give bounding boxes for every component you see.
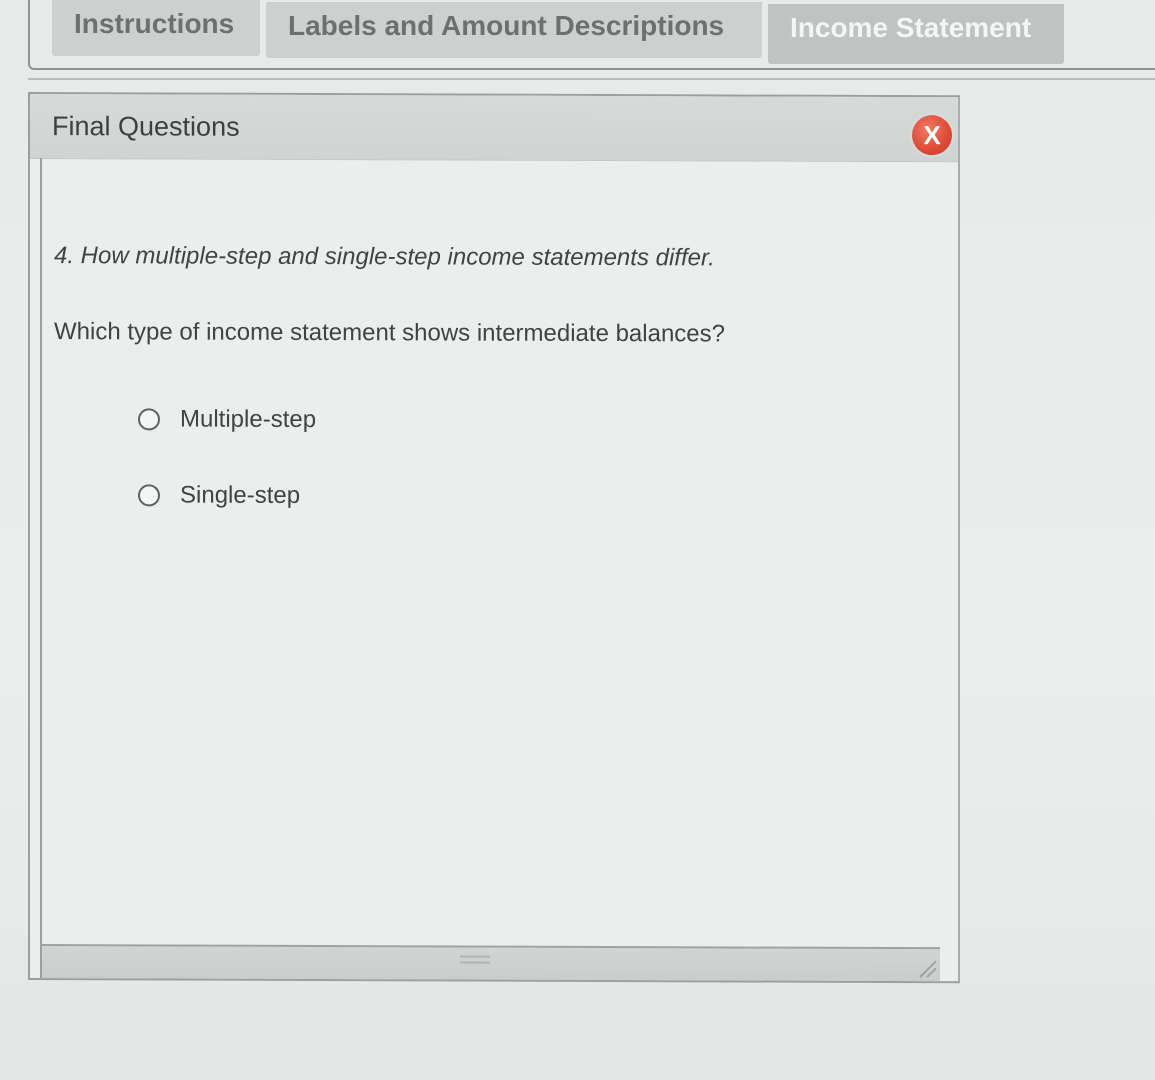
tab-income-statement[interactable]: Income Statement — [768, 4, 1064, 64]
question-heading: 4. How multiple-step and single-step inc… — [54, 242, 715, 272]
dialog-title: Final Questions — [52, 111, 240, 142]
dialog-header[interactable]: Final Questions X — [30, 94, 958, 163]
dialog-inner-border — [40, 158, 42, 979]
close-button[interactable]: X — [912, 115, 952, 156]
question-text: Which type of income statement shows int… — [54, 318, 726, 348]
option-label: Multiple-step — [180, 405, 317, 434]
final-questions-dialog: Final Questions X 4. How multiple-step a… — [28, 92, 960, 984]
option-single-step[interactable]: Single-step — [138, 478, 300, 513]
close-icon: X — [923, 120, 941, 151]
tab-strip-divider — [28, 78, 1155, 80]
option-label: Single-step — [180, 481, 301, 509]
radio-single-step[interactable] — [138, 484, 160, 507]
tab-instructions[interactable]: Instructions — [52, 0, 260, 56]
option-multiple-step[interactable]: Multiple-step — [138, 402, 316, 437]
radio-multiple-step[interactable] — [138, 408, 160, 431]
page: Instructions Labels and Amount Descripti… — [0, 0, 1155, 1080]
dialog-footer — [42, 944, 940, 982]
corner-resize-icon[interactable] — [916, 957, 938, 979]
tab-labels-and-amount-descriptions[interactable]: Labels and Amount Descriptions — [266, 2, 762, 58]
resize-grip-icon[interactable] — [460, 955, 490, 964]
